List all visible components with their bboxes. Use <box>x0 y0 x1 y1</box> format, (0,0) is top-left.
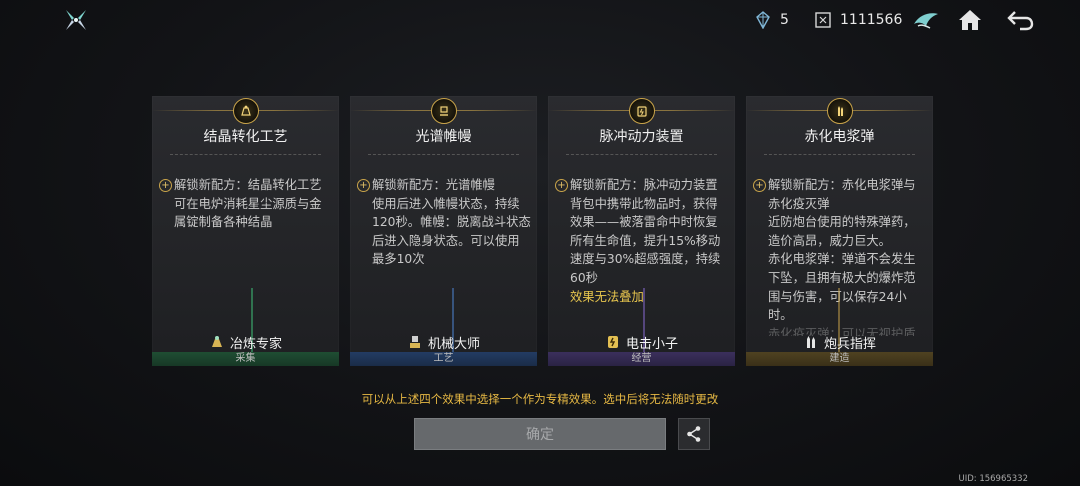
crystal-count: 5 <box>780 12 789 28</box>
description-line: 解锁新配方：赤化电浆弹与 <box>768 178 916 192</box>
plus-icon: + <box>159 179 172 192</box>
description-line: 速度与30%超感强度，持续 <box>570 252 721 267</box>
category-label: 经营 <box>548 352 735 366</box>
card-description: + 解锁新配方：脉冲动力装置 背包中携带此物品时，获得 效果——被落雷命中时恢复… <box>552 176 729 336</box>
battery-icon <box>605 334 621 350</box>
shells-icon <box>827 98 853 124</box>
share-icon <box>687 426 701 442</box>
perk-card[interactable]: 赤化电浆弹 + 解锁新配方：赤化电浆弹与 赤化疫灭弹 近防炮台使用的特殊弹药， … <box>746 96 933 366</box>
description-line: 赤化疫灭弹 <box>768 196 830 211</box>
perk-card-list: 结晶转化工艺 + 解锁新配方：结晶转化工艺 可在电炉消耗星尘源质与金 属锭制备各… <box>152 96 934 366</box>
category-label: 采集 <box>152 352 339 366</box>
card-title: 光谱帷幔 <box>415 129 472 145</box>
card-divider <box>368 154 519 155</box>
perk-card[interactable]: 结晶转化工艺 + 解锁新配方：结晶转化工艺 可在电炉消耗星尘源质与金 属锭制备各… <box>152 96 339 366</box>
footer-label: 电击小子 <box>625 336 678 352</box>
card-title: 结晶转化工艺 <box>203 129 288 145</box>
plus-icon: + <box>555 179 568 192</box>
credits-icon <box>814 11 832 29</box>
category-label: 工艺 <box>350 352 537 366</box>
description-line: 近防炮台使用的特殊弹药， <box>768 215 916 230</box>
perk-card[interactable]: 脉冲动力装置 + 解锁新配方：脉冲动力装置 背包中携带此物品时，获得 效果——被… <box>548 96 735 366</box>
back-arrow-icon[interactable] <box>1006 6 1034 34</box>
description-line: 120秒。帷幔：脱离战斗状态 <box>372 215 531 230</box>
card-footer: 炮兵指挥 <box>746 332 933 352</box>
description-line: 赤化电浆弹：弹道不会发生 <box>768 252 916 267</box>
description-line: 解锁新配方：脉冲动力装置 <box>570 178 718 192</box>
description-line: 最多10次 <box>372 252 425 267</box>
description-line: 背包中携带此物品时，获得 <box>570 196 718 211</box>
description-line: 时。 <box>768 308 793 323</box>
crystal-counter: 5 <box>754 9 789 31</box>
footer-label: 炮兵指挥 <box>823 336 876 352</box>
smelter-icon <box>233 98 259 124</box>
robot-icon <box>431 98 457 124</box>
ship-icon[interactable] <box>912 6 940 34</box>
description-line: 后进入隐身状态。可以使用 <box>372 233 520 248</box>
description-line: 解锁新配方：光谱帷幔 <box>372 178 495 192</box>
description-line: 属锭制备各种结晶 <box>174 215 273 230</box>
description-line: 围与伤害，可以保存24小 <box>768 289 907 304</box>
footer-label: 冶炼专家 <box>229 336 282 352</box>
description-line: 效果——被落雷命中时恢复 <box>570 215 718 230</box>
card-description: + 解锁新配方：结晶转化工艺 可在电炉消耗星尘源质与金 属锭制备各种结晶 <box>156 176 333 336</box>
robot-icon <box>407 334 423 350</box>
card-divider <box>170 154 321 155</box>
card-title: 赤化电浆弹 <box>804 129 875 145</box>
top-bar: 5 1111566 <box>0 0 1080 40</box>
description-line: 解锁新配方：结晶转化工艺 <box>174 178 322 192</box>
description-line: 可在电炉消耗星尘源质与金 <box>174 196 322 211</box>
description-line: 所有生命值，提升15%移动 <box>570 233 721 248</box>
description-line: 使用后进入帷幔状态，持续 <box>372 196 520 211</box>
category-label: 建造 <box>746 352 933 366</box>
share-button[interactable] <box>678 418 710 450</box>
card-divider <box>764 154 915 155</box>
credits-counter: 1111566 <box>814 9 902 31</box>
description-line: 60秒 <box>570 270 598 285</box>
user-id: UID: 156965332 <box>958 474 1028 484</box>
crystal-icon <box>754 11 772 30</box>
shells-icon <box>803 334 819 350</box>
star-compass-icon[interactable] <box>64 8 88 32</box>
selection-hint: 可以从上述四个效果中选择一个作为专精效果。选中后将无法随时更改 <box>361 392 719 406</box>
plus-icon: + <box>753 179 766 192</box>
card-footer: 电击小子 <box>548 332 735 352</box>
confirm-button[interactable]: 确定 <box>414 418 666 450</box>
card-divider <box>566 154 717 155</box>
home-icon[interactable] <box>956 6 984 34</box>
card-title: 脉冲动力装置 <box>599 129 684 145</box>
credits-count: 1111566 <box>840 12 903 28</box>
plus-icon: + <box>357 179 370 192</box>
battery-icon <box>629 98 655 124</box>
footer-label: 机械大师 <box>427 336 480 352</box>
card-footer: 冶炼专家 <box>152 332 339 352</box>
card-description: + 解锁新配方：光谱帷幔 使用后进入帷幔状态，持续 120秒。帷幔：脱离战斗状态… <box>354 176 531 336</box>
card-footer: 机械大师 <box>350 332 537 352</box>
smelter-icon <box>209 334 225 350</box>
description-line: 下坠，且拥有极大的爆炸范 <box>768 270 916 285</box>
description-line: 造价高昂，威力巨大。 <box>768 233 891 248</box>
perk-card[interactable]: 光谱帷幔 + 解锁新配方：光谱帷幔 使用后进入帷幔状态，持续 120秒。帷幔：脱… <box>350 96 537 366</box>
stacking-note: 效果无法叠加 <box>570 289 644 304</box>
